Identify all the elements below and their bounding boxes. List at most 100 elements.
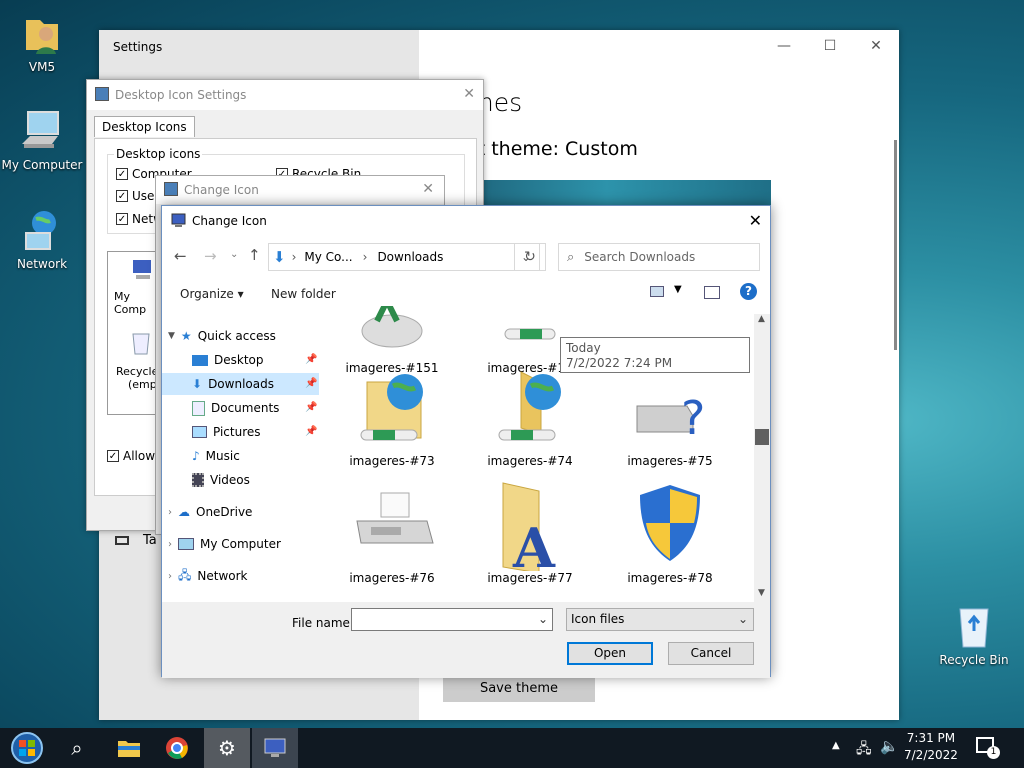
tree-item-music[interactable]: ♪ Music xyxy=(192,445,240,467)
file-item[interactable]: imageres-#74 xyxy=(470,364,590,468)
desktop-icon-vm5[interactable]: VM5 xyxy=(0,10,84,74)
desktop-icon-recycle-bin[interactable]: Recycle Bin xyxy=(932,603,1016,667)
search-icon[interactable]: ⌕ xyxy=(54,728,100,768)
tree-item-network[interactable]: › 🖧 Network xyxy=(168,565,248,587)
icon-preview-list[interactable]: My Comp Recycle (empt xyxy=(107,251,161,415)
help-icon[interactable]: ? xyxy=(740,283,757,300)
videos-icon xyxy=(192,473,204,487)
tooltip-line: 7/2/2022 7:24 PM xyxy=(566,356,673,370)
file-label: imageres-#77 xyxy=(487,571,573,585)
show-hidden-icons-chevron-up-icon[interactable]: ▲ xyxy=(832,740,840,751)
network-tray-icon[interactable]: 🖧 xyxy=(856,738,872,762)
scroll-thumb[interactable] xyxy=(755,429,769,445)
pin-icon[interactable]: 📌 xyxy=(305,378,317,389)
scroll-up-icon[interactable]: ▲ xyxy=(758,314,765,324)
pictures-icon xyxy=(192,426,207,438)
computer-icon xyxy=(18,108,66,156)
tree-item-documents[interactable]: Documents xyxy=(192,397,279,419)
file-explorer-icon[interactable] xyxy=(106,728,152,768)
search-icon: ⌕ xyxy=(567,249,575,265)
close-icon[interactable]: ✕ xyxy=(463,86,475,102)
group-label: Desktop icons xyxy=(114,147,203,161)
chevron-down-icon[interactable]: ⌄ xyxy=(538,612,548,626)
taskbar-settings-row[interactable]: Ta xyxy=(115,533,157,548)
file-name-label: File name: xyxy=(292,616,354,630)
fax-printer-icon xyxy=(347,481,437,571)
settings-scrollbar[interactable] xyxy=(894,140,897,350)
tree-item-my-computer[interactable]: › My Computer xyxy=(168,533,281,555)
chrome-icon[interactable] xyxy=(154,728,200,768)
open-button[interactable]: Open xyxy=(567,642,653,665)
network-folder-icon xyxy=(485,364,575,454)
music-note-icon: ♪ xyxy=(192,449,200,463)
close-icon[interactable]: ✕ xyxy=(422,181,434,197)
address-bar[interactable]: ⬇ › My Co... › Downloads ⌄ xyxy=(268,243,540,271)
window-app-icon xyxy=(95,87,109,101)
view-icon[interactable] xyxy=(650,286,664,297)
pin-icon[interactable]: 📌 xyxy=(305,354,317,365)
recycle-bin-icon xyxy=(950,603,998,651)
notification-icon[interactable]: 1 xyxy=(976,737,1000,759)
start-button[interactable] xyxy=(4,728,50,768)
navigation-pane: ▼ ★ Quick access Desktop 📌 ⬇ Downloads 📌 Do… xyxy=(162,314,322,604)
save-theme-button[interactable]: Save theme xyxy=(443,676,595,702)
pin-icon[interactable]: 📌 xyxy=(305,402,317,413)
download-arrow-icon: ⬇ xyxy=(192,377,203,391)
close-icon[interactable]: ✕ xyxy=(749,211,762,230)
preview-pane-icon[interactable] xyxy=(704,286,720,299)
clock[interactable]: 7:31 PM 7/2/2022 xyxy=(904,730,958,764)
taskbar: ⌕ ⚙ ▲ 🖧 🔈 7:31 PM 7/2/2022 1 xyxy=(0,728,1024,768)
file-grid-scrollbar[interactable]: ▲ ▼ xyxy=(754,314,770,602)
file-item[interactable]: imageres-#76 xyxy=(332,481,452,585)
close-button[interactable]: ✕ xyxy=(853,30,899,62)
chevron-down-icon: ⌄ xyxy=(737,612,748,626)
user-folder-icon xyxy=(18,10,66,58)
user-files-checkbox[interactable]: ✓ User xyxy=(116,189,159,203)
fonts-folder-icon: A xyxy=(485,481,575,580)
tree-item-onedrive[interactable]: › ☁ OneDrive xyxy=(168,501,252,523)
desktop-icon-settings-taskbar-icon[interactable] xyxy=(252,728,298,768)
chevron-right-icon: › xyxy=(291,250,297,264)
settings-gear-icon[interactable]: ⚙ xyxy=(204,728,250,768)
star-icon: ★ xyxy=(180,329,192,343)
file-item[interactable]: imageres-#73 xyxy=(332,364,452,468)
scroll-down-icon[interactable]: ▼ xyxy=(758,588,765,598)
up-arrow-icon[interactable]: ↑ xyxy=(248,246,261,264)
minimize-button[interactable]: — xyxy=(761,30,807,62)
cloud-icon: ☁ xyxy=(178,505,190,519)
new-folder-button[interactable]: New folder xyxy=(271,287,336,301)
network-icon: 🖧 xyxy=(178,567,192,582)
tab-desktop-icons[interactable]: Desktop Icons xyxy=(94,116,195,137)
maximize-button[interactable]: ☐ xyxy=(807,30,853,62)
notification-badge: 1 xyxy=(987,746,1000,759)
monitor-icon xyxy=(171,213,186,228)
chevron-down-icon[interactable]: ▼ xyxy=(674,284,682,295)
back-arrow-icon[interactable]: ← xyxy=(174,247,187,265)
file-name-input[interactable]: ⌄ xyxy=(351,608,553,631)
tree-item-videos[interactable]: Videos xyxy=(192,469,250,491)
breadcrumb-item[interactable]: My Co... xyxy=(304,250,352,264)
tree-item-quick-access[interactable]: ▼ ★ Quick access xyxy=(168,325,276,347)
file-item[interactable]: imageres-#78 xyxy=(610,481,730,585)
volume-icon[interactable]: 🔈 xyxy=(880,737,899,755)
tree-item-downloads[interactable]: ⬇ Downloads xyxy=(162,373,319,395)
change-icon-dialog: Change Icon ✕ ← → ⌄ ↑ ⬇ › My Co... › Dow… xyxy=(161,205,771,678)
forward-arrow-icon[interactable]: → xyxy=(204,247,217,265)
pin-icon[interactable]: 📌 xyxy=(305,426,317,437)
tree-item-desktop[interactable]: Desktop xyxy=(192,349,264,371)
tree-item-pictures[interactable]: Pictures xyxy=(192,421,261,443)
cancel-button[interactable]: Cancel xyxy=(668,642,754,665)
file-item[interactable]: A imageres-#77 xyxy=(470,481,590,585)
organize-button[interactable]: Organize ▾ xyxy=(180,287,244,301)
desktop-icon-network[interactable]: Network xyxy=(0,207,84,271)
file-item[interactable]: ? imageres-#75 xyxy=(610,364,730,468)
desktop-icon-label: Recycle Bin xyxy=(939,653,1009,667)
chevron-down-icon[interactable]: ⌄ xyxy=(230,249,238,260)
refresh-button[interactable]: ↻ xyxy=(514,243,546,271)
breadcrumb-item[interactable]: Downloads xyxy=(377,250,443,264)
file-label: imageres-#76 xyxy=(349,571,435,585)
file-type-select[interactable]: Icon files ⌄ xyxy=(566,608,754,631)
window-title: Desktop Icon Settings xyxy=(115,88,247,102)
desktop-icon-my-computer[interactable]: My Computer xyxy=(0,108,84,172)
search-input[interactable]: ⌕ Search Downloads xyxy=(558,243,760,271)
